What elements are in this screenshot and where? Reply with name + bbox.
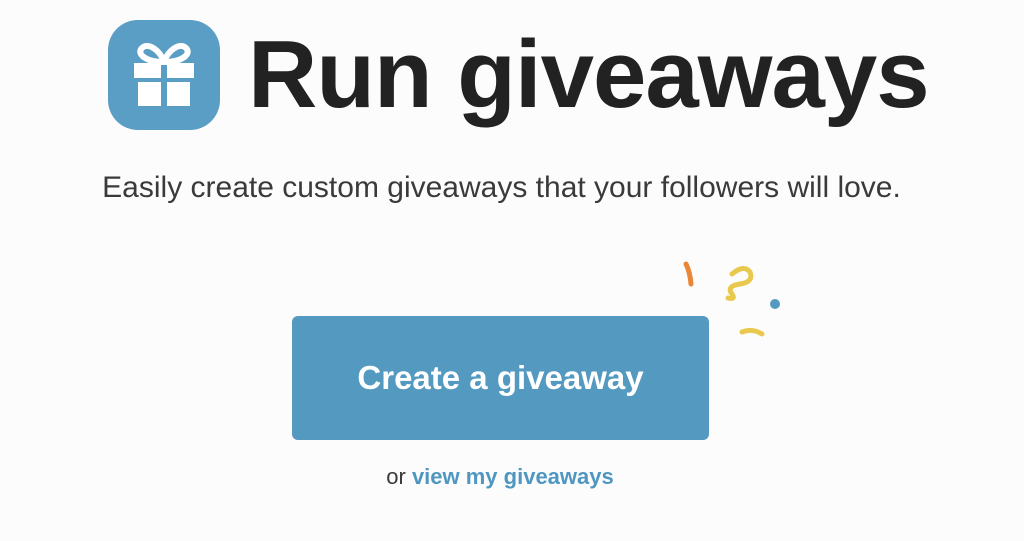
page-title: Run giveaways bbox=[248, 21, 930, 128]
secondary-prefix: or bbox=[386, 464, 406, 489]
view-giveaways-line: or view my giveaways bbox=[0, 462, 1000, 492]
page-subtitle: Easily create custom giveaways that your… bbox=[102, 171, 901, 204]
view-my-giveaways-link[interactable]: view my giveaways bbox=[412, 464, 614, 489]
gift-icon bbox=[108, 20, 220, 130]
create-giveaway-button[interactable]: Create a giveaway bbox=[292, 316, 709, 440]
